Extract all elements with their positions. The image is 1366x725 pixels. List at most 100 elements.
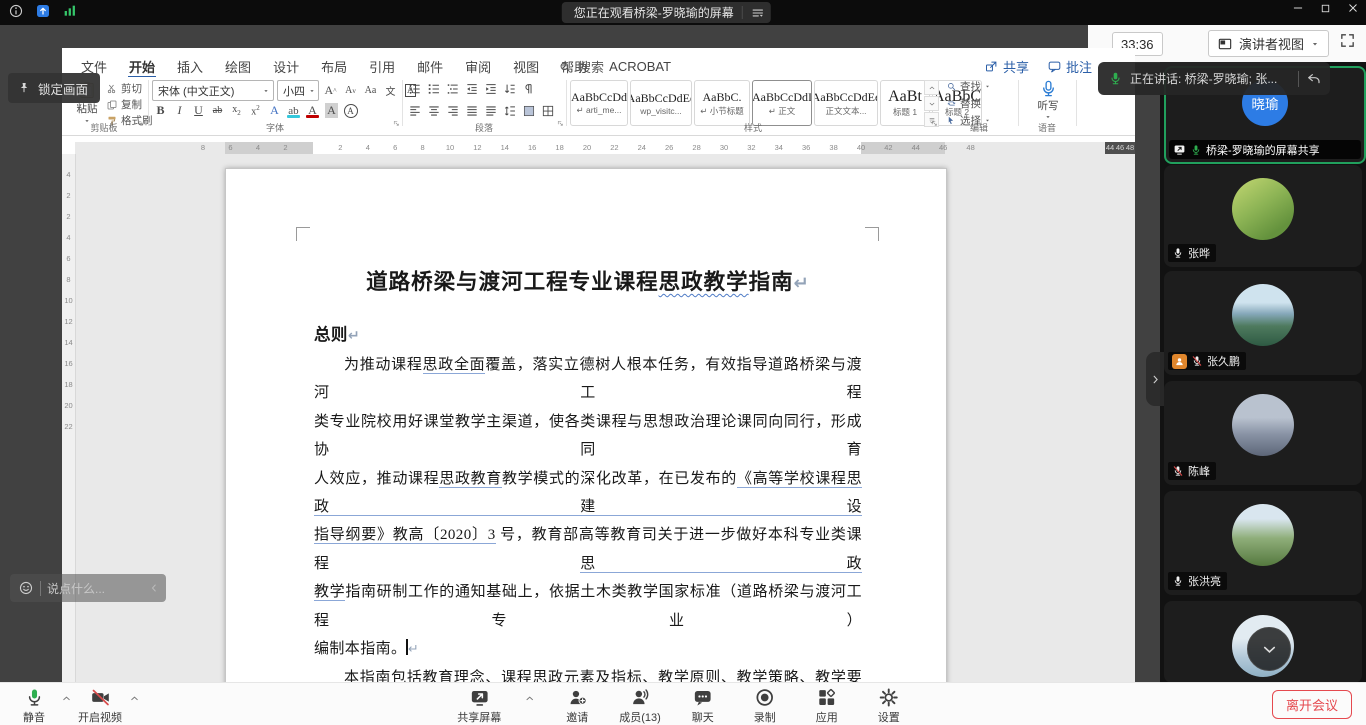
minimize-icon[interactable] [1291,1,1305,15]
align-left-button[interactable] [406,102,423,119]
ribbon-tab[interactable]: 绘图 [214,55,262,77]
italic-button[interactable]: I [171,102,188,119]
change-case-button[interactable]: Aa [362,82,379,99]
highlight-button[interactable]: ab [285,102,302,119]
font-name-select[interactable]: 宋体 (中文正文) [152,80,274,101]
numbering-button[interactable] [425,80,442,97]
emoji-icon[interactable] [18,580,34,596]
indent-increase-button[interactable] [482,80,499,97]
style-item[interactable]: AaBbCcDdEewp_visitc... [630,80,692,126]
chat-input[interactable]: 说点什么... [47,580,142,597]
info-icon[interactable] [8,3,24,19]
underline-button[interactable]: U [190,102,207,119]
camera-off-options-chevron[interactable] [128,692,140,704]
styles-scroll-up[interactable] [924,80,939,95]
ribbon-tab[interactable]: 布局 [310,55,358,77]
ribbon-tab[interactable]: ACROBAT [598,55,682,77]
leave-meeting-button[interactable]: 离开会议 [1272,690,1352,719]
network-signal-icon[interactable] [62,3,78,19]
vertical-ruler[interactable]: 42246810121416182022 [62,154,76,683]
toolbar-camera-off-button[interactable]: 开启视频 [78,686,122,725]
document-page[interactable]: 道路桥梁与渡河工程专业课程思政教学指南↵总则↵为推动课程思政全面覆盖，落实立德树… [225,168,947,683]
font-size-select[interactable]: 小四 [277,80,319,101]
phonetic-guide-button[interactable]: 文 [382,82,399,99]
strikethrough-button[interactable]: ab [209,102,226,119]
clipboard-item-copy[interactable]: 复制 [106,97,153,112]
toolbar-record-button[interactable]: 录制 [745,686,785,725]
find-button[interactable]: 查找 [946,79,991,94]
share-screen-options-chevron[interactable] [523,692,535,704]
multilevel-list-button[interactable] [444,80,461,97]
toolbar-invite-button[interactable]: 邀请 [557,686,597,725]
subscript-button[interactable]: x2 [228,102,245,119]
participant-tile[interactable]: 张久鹏 [1164,271,1362,375]
justify-button[interactable] [463,102,480,119]
clipboard-item-cut[interactable]: 剪切 [106,81,153,96]
style-item[interactable]: AaBbCcDd↵ arti_me... [570,80,628,126]
dictate-button[interactable]: 听写 [1024,79,1072,121]
font-color-button[interactable]: A [304,102,321,119]
superscript-button[interactable]: x2 [247,102,264,119]
style-item[interactable]: AaBbCcDdEe正文文本... [814,80,878,126]
participant-tile[interactable]: 张晔 [1164,165,1362,267]
style-item[interactable]: AaBbCcDdI↵ 正文 [752,80,812,126]
meeting-app-icon[interactable] [35,3,51,19]
horizontal-ruler[interactable]: 8642246810121416182022242628303234363840… [75,142,1135,154]
toolbar-members-button[interactable]: 成员(13) [619,686,661,725]
toolbar-apps-button[interactable]: 应用 [807,686,847,725]
toolbar-chat-button[interactable]: 聊天 [683,686,723,725]
text-effects-button[interactable]: A [266,102,283,119]
ribbon-tab[interactable]: 设计 [262,55,310,77]
toolbar-icon-wrap [754,686,775,708]
style-item[interactable]: AaBt标题 1 [880,80,930,126]
dialog-launcher[interactable] [930,115,939,133]
bullets-button[interactable] [406,80,423,97]
view-mode-button[interactable]: 演讲者视图 [1208,30,1329,57]
ribbon-tab[interactable]: 开始 [118,55,166,77]
maximize-icon[interactable] [1319,2,1332,15]
indent-decrease-button[interactable] [463,80,480,97]
ribbon-tab[interactable]: 邮件 [406,55,454,77]
line-spacing-button[interactable] [501,102,518,119]
doc-text-line: 为推动课程思政全面覆盖，落实立德树人根本任务，有效指导道路桥梁与渡河工程 [314,351,862,408]
close-icon[interactable] [1346,1,1360,15]
sort-button[interactable] [501,80,518,97]
fullscreen-icon[interactable] [1339,32,1356,49]
back-to-share-icon[interactable] [1306,71,1322,87]
toolbar-share-screen-button[interactable]: 共享屏幕 [457,686,501,725]
share-document-button[interactable]: 共享 [984,57,1029,76]
comments-button[interactable]: 批注 [1047,57,1092,76]
styles-scroll-down[interactable] [924,96,939,111]
shrink-font-button[interactable]: Av [342,82,359,99]
banner-menu-icon[interactable] [751,6,765,20]
replace-button[interactable]: 替换 [946,96,991,111]
enclose-button[interactable]: A [342,102,359,119]
toolbar-mic-on-button[interactable]: 静音 [14,686,54,725]
chevron-left-icon[interactable] [148,582,160,594]
ribbon-tab[interactable]: 引用 [358,55,406,77]
ribbon-tab[interactable]: 插入 [166,55,214,77]
shading-button[interactable] [520,102,537,119]
dialog-launcher[interactable] [136,115,145,133]
dialog-launcher[interactable] [556,115,565,133]
distribute-button[interactable] [482,102,499,119]
toolbar-settings-button[interactable]: 设置 [869,686,909,725]
dialog-launcher[interactable] [392,115,401,133]
participant-tile[interactable]: 陈峰 [1164,381,1362,485]
align-right-button[interactable] [444,102,461,119]
sidebar-collapse-handle[interactable] [1146,352,1164,406]
show-marks-button[interactable] [520,80,537,97]
style-item[interactable]: AaBbC.↵ 小节标题 [694,80,750,126]
ribbon-tab[interactable]: 审阅 [454,55,502,77]
participant-tile[interactable]: 张洪亮 [1164,491,1362,595]
participants-scroll-down-button[interactable] [1247,627,1291,671]
grow-font-button[interactable]: A^ [322,82,339,99]
lock-screen-button[interactable]: 锁定画面 [8,73,100,103]
align-center-button[interactable] [425,102,442,119]
ribbon-tab[interactable]: 视图 [502,55,550,77]
mic-on-options-chevron[interactable] [60,692,72,704]
char-shading-button[interactable]: A [323,102,340,119]
ribbon-search[interactable]: 搜索 [558,57,604,76]
bold-button[interactable]: B [152,102,169,119]
borders-button[interactable] [539,102,556,119]
